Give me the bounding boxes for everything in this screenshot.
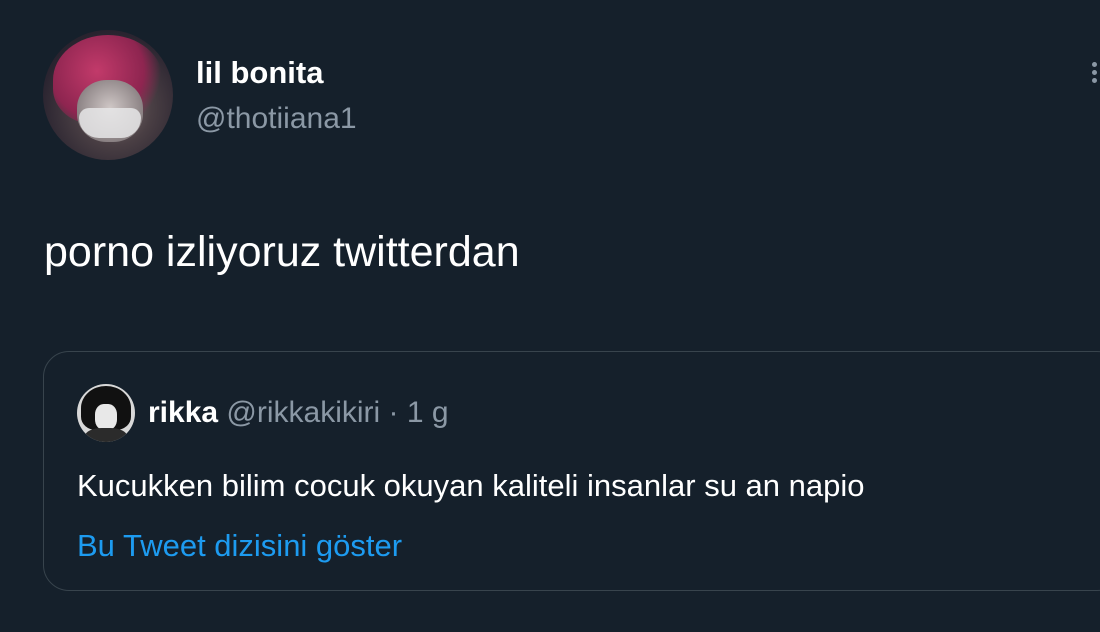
tweet-text: porno izliyoruz twitterdan: [44, 228, 520, 276]
more-vertical-icon[interactable]: [1092, 62, 1100, 86]
avatar-mask: [79, 108, 141, 138]
quoted-tweet-card[interactable]: rikka @rikkakikiri · 1 g Kucukken bilim …: [43, 351, 1100, 591]
quoted-author-avatar[interactable]: [77, 384, 135, 442]
tweet: lil bonita @thotiiana1 porno izliyoruz t…: [0, 0, 1100, 632]
author-display-name[interactable]: lil bonita: [196, 55, 323, 91]
quoted-author-display-name[interactable]: rikka: [148, 396, 218, 429]
quoted-tweet-text: Kucukken bilim cocuk okuyan kaliteli ins…: [77, 468, 865, 503]
quoted-author-handle[interactable]: @rikkakikiri: [226, 396, 380, 429]
separator-dot: ·: [388, 396, 399, 429]
quoted-tweet-header: rikka @rikkakikiri · 1 g: [148, 396, 449, 430]
show-thread-link[interactable]: Bu Tweet dizisini göster: [77, 528, 402, 564]
quoted-tweet-time[interactable]: 1 g: [407, 396, 449, 429]
author-avatar[interactable]: [43, 30, 173, 160]
author-handle[interactable]: @thotiiana1: [196, 102, 357, 136]
